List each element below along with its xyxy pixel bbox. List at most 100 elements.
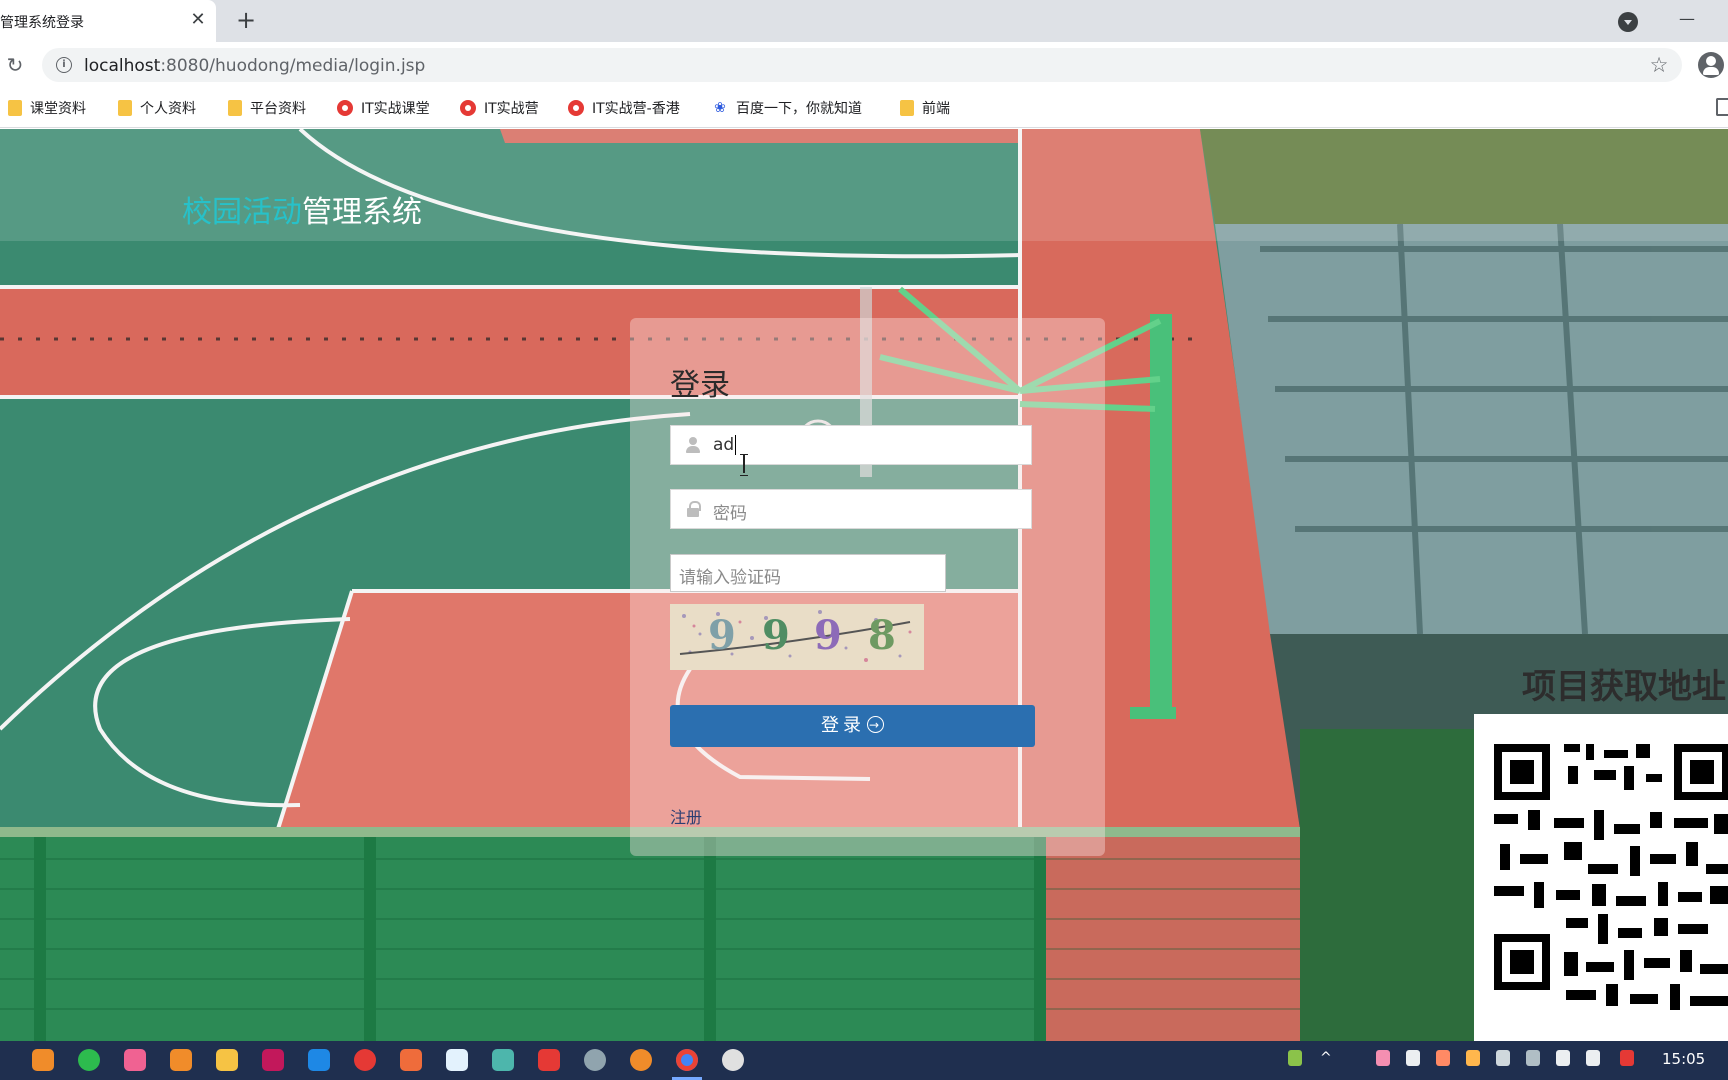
text-caret bbox=[735, 435, 737, 455]
site-icon bbox=[337, 100, 353, 116]
taskbar: ^ 15:05 bbox=[0, 1041, 1728, 1080]
tray-battery-icon[interactable] bbox=[1288, 1050, 1302, 1066]
login-panel: 登录 ad 密码 请输入验证码 9 9 9 8 登录→ 注册 bbox=[630, 318, 1105, 856]
folder-icon bbox=[8, 100, 22, 116]
username-value: ad bbox=[713, 435, 737, 455]
bookmark-label: 前端 bbox=[922, 101, 950, 117]
folder-icon bbox=[900, 100, 914, 116]
baidu-paw-icon: ❀ bbox=[714, 100, 726, 116]
captcha-char: 9 bbox=[708, 612, 736, 659]
browser-toolbar: ↻ i localhost:8080/huodong/media/login.j… bbox=[0, 42, 1728, 88]
tray-expand-icon[interactable]: ^ bbox=[1320, 1050, 1334, 1066]
url-path: :8080/huodong/media/login.jsp bbox=[160, 56, 426, 76]
tray-app-icon[interactable] bbox=[1496, 1050, 1510, 1066]
folder-icon bbox=[228, 100, 242, 116]
intellij-icon[interactable] bbox=[262, 1049, 284, 1071]
tray-ime-icon[interactable] bbox=[1586, 1050, 1600, 1066]
bookmark-item[interactable]: 平台资料 bbox=[228, 96, 306, 120]
login-page: 校园活动管理系统 登录 ad 密码 请输入验证码 9 9 9 8 登录→ 注册 … bbox=[0, 129, 1728, 1041]
login-heading: 登录 bbox=[670, 368, 730, 403]
close-tab-icon[interactable]: ✕ bbox=[186, 8, 210, 32]
header-band: 校园活动管理系统 bbox=[0, 129, 1728, 241]
bookmark-label: 平台资料 bbox=[250, 101, 306, 117]
user-icon bbox=[685, 437, 701, 453]
tray-app-icon[interactable] bbox=[1466, 1050, 1480, 1066]
reload-icon[interactable]: ↻ bbox=[2, 52, 28, 78]
promo-title: 项目获取地址 bbox=[1522, 667, 1726, 707]
bookmark-item[interactable]: 个人资料 bbox=[118, 96, 196, 120]
password-input[interactable]: 密码 bbox=[670, 489, 1032, 529]
bookmark-label: 课堂资料 bbox=[30, 101, 86, 117]
tab-search-icon[interactable] bbox=[1618, 12, 1638, 32]
register-link[interactable]: 注册 bbox=[670, 804, 702, 828]
start-app-icon[interactable] bbox=[32, 1049, 54, 1071]
chat-icon[interactable] bbox=[722, 1049, 744, 1071]
ibeam-cursor-icon bbox=[740, 454, 748, 476]
bookmark-item[interactable]: IT实战课堂 bbox=[337, 96, 430, 120]
bookmarks-bar: 课堂资料 个人资料 平台资料 IT实战课堂 IT实战营 IT实战营-香港 ❀ 百度… bbox=[0, 88, 1728, 128]
bookmark-label: IT实战课堂 bbox=[361, 101, 430, 117]
browser-tabstrip: 管理系统登录 ✕ + — bbox=[0, 0, 1728, 42]
bookmark-item[interactable]: 前端 bbox=[900, 96, 950, 120]
bookmark-item[interactable]: IT实战营-香港 bbox=[568, 96, 680, 120]
captcha-input[interactable]: 请输入验证码 bbox=[670, 554, 946, 592]
lock-icon bbox=[685, 501, 701, 517]
tray-app-icon[interactable] bbox=[1436, 1050, 1450, 1066]
app-icon[interactable] bbox=[170, 1049, 192, 1071]
captcha-char: 8 bbox=[868, 612, 896, 659]
bookmark-label: 百度一下，你就知道 bbox=[736, 101, 862, 117]
app-icon[interactable] bbox=[400, 1049, 422, 1071]
bookmark-label: 个人资料 bbox=[140, 101, 196, 117]
new-tab-button[interactable]: + bbox=[232, 6, 260, 34]
bookmark-item[interactable]: ❀ 百度一下，你就知道 bbox=[712, 96, 862, 120]
bookmark-item[interactable]: IT实战营 bbox=[460, 96, 539, 120]
bookmark-label: IT实战营 bbox=[484, 101, 539, 117]
captcha-char: 9 bbox=[762, 612, 790, 659]
app-icon[interactable] bbox=[308, 1049, 330, 1071]
password-placeholder: 密码 bbox=[713, 504, 747, 524]
address-bar[interactable]: i localhost:8080/huodong/media/login.jsp… bbox=[42, 48, 1682, 82]
folder-icon bbox=[118, 100, 132, 116]
url-host: localhost bbox=[84, 56, 161, 76]
bookmark-label: IT实战营-香港 bbox=[592, 101, 680, 117]
site-icon bbox=[568, 100, 584, 116]
app-icon[interactable] bbox=[124, 1049, 146, 1071]
tab-title: 管理系统登录 bbox=[0, 15, 84, 31]
tray-mic-icon[interactable] bbox=[1406, 1050, 1420, 1066]
url-text[interactable]: localhost:8080/huodong/media/login.jsp bbox=[84, 56, 425, 76]
captcha-image[interactable]: 9 9 9 8 bbox=[670, 604, 924, 670]
qr-code-icon bbox=[1494, 744, 1728, 1010]
wps-icon[interactable] bbox=[538, 1049, 560, 1071]
site-title-rest: 管理系统 bbox=[302, 195, 422, 230]
wechat-icon[interactable] bbox=[78, 1049, 100, 1071]
info-icon[interactable]: i bbox=[56, 57, 72, 73]
netease-music-icon[interactable] bbox=[354, 1049, 376, 1071]
login-button-label: 登录 bbox=[821, 715, 865, 736]
minimize-button[interactable]: — bbox=[1676, 8, 1698, 30]
app-icon[interactable] bbox=[446, 1049, 468, 1071]
app-icon[interactable] bbox=[492, 1049, 514, 1071]
tray-network-icon[interactable] bbox=[1526, 1050, 1540, 1066]
file-explorer-icon[interactable] bbox=[216, 1049, 238, 1071]
username-input[interactable]: ad bbox=[670, 425, 1032, 476]
username-text: ad bbox=[713, 435, 735, 455]
bookmark-item[interactable]: 课堂资料 bbox=[8, 96, 86, 120]
browser-tab-active[interactable]: 管理系统登录 ✕ bbox=[0, 0, 216, 42]
tray-volume-icon[interactable] bbox=[1556, 1050, 1570, 1066]
taskbar-clock[interactable]: 15:05 bbox=[1662, 1050, 1705, 1068]
chrome-icon[interactable] bbox=[676, 1049, 698, 1071]
tray-sogou-icon[interactable] bbox=[1620, 1050, 1634, 1066]
reading-list-icon[interactable] bbox=[1716, 98, 1728, 116]
site-title: 校园活动管理系统 bbox=[182, 187, 422, 231]
tray-app-icon[interactable] bbox=[1376, 1050, 1390, 1066]
app-icon[interactable] bbox=[630, 1049, 652, 1071]
site-icon bbox=[460, 100, 476, 116]
profile-icon[interactable] bbox=[1698, 52, 1724, 78]
login-button[interactable]: 登录 bbox=[670, 704, 1035, 747]
arrow-circle-right-icon bbox=[867, 704, 884, 746]
captcha-placeholder: 请输入验证码 bbox=[679, 568, 781, 588]
qr-code bbox=[1474, 714, 1728, 1041]
settings-icon[interactable] bbox=[584, 1049, 606, 1071]
bookmark-star-icon[interactable]: ☆ bbox=[1646, 52, 1672, 78]
site-title-accent: 校园活动 bbox=[182, 195, 302, 230]
